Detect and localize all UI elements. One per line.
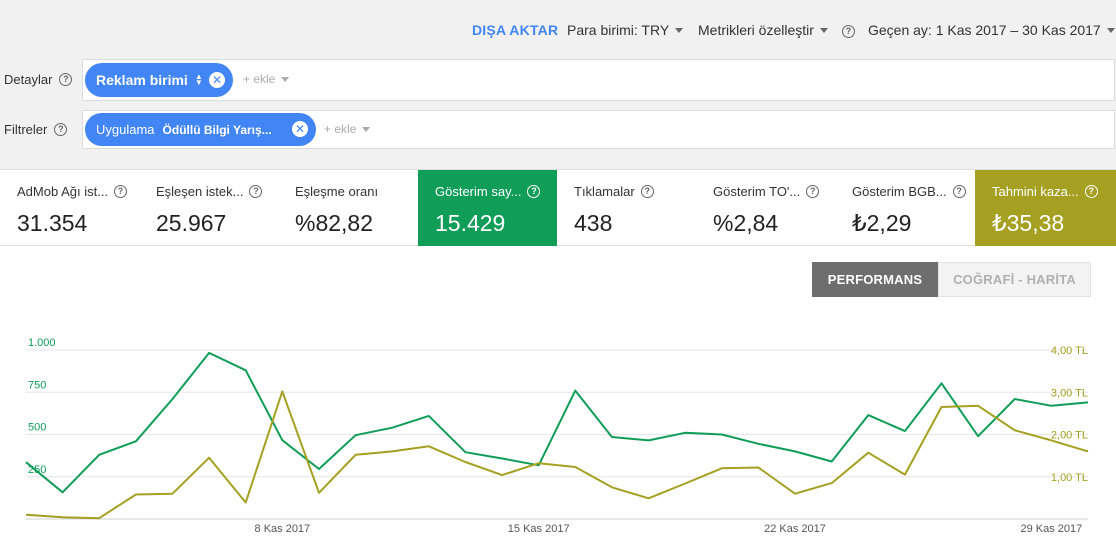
metrics-strip: AdMob Ağı ist...? 31.354 Eşleşen istek..… bbox=[0, 169, 1116, 246]
metric-title: Gösterim BGB... bbox=[852, 184, 947, 199]
y-right-tick-label: 1,00 TL bbox=[1051, 472, 1088, 484]
metric-admob-requests[interactable]: AdMob Ağı ist...? 31.354 bbox=[0, 170, 139, 246]
metric-title: AdMob Ağı ist... bbox=[17, 184, 109, 199]
help-icon[interactable]: ? bbox=[952, 185, 966, 198]
x-tick-label: 22 Kas 2017 bbox=[764, 523, 826, 535]
help-icon[interactable]: ? bbox=[59, 73, 73, 86]
metric-title: Tıklamalar bbox=[574, 184, 635, 199]
metric-title: Gösterim say... bbox=[435, 184, 522, 199]
metric-title: Gösterim TO'... bbox=[713, 184, 801, 199]
performance-chart: 2505007501.0001,00 TL2,00 TL3,00 TL4,00 … bbox=[25, 337, 1089, 535]
currency-select[interactable]: Para birimi: TRY bbox=[567, 22, 684, 38]
earnings-series-line bbox=[25, 390, 1089, 520]
metric-estimated-earnings[interactable]: Tahmini kaza...? ₺35,38 bbox=[975, 170, 1116, 246]
app-filter-chip[interactable]: Uygulama Ödüllü Bilgi Yarış... ✕ bbox=[85, 113, 316, 146]
export-button[interactable]: DIŞA AKTAR bbox=[472, 22, 558, 38]
metric-matched-requests[interactable]: Eşleşen istek...? 25.967 bbox=[139, 170, 278, 246]
y-left-tick-label: 500 bbox=[28, 422, 46, 434]
metric-title: Tahmini kaza... bbox=[992, 184, 1079, 199]
metric-match-rate[interactable]: Eşleşme oranı %82,82 bbox=[278, 170, 418, 246]
customize-metrics-select[interactable]: Metrikleri özelleştir bbox=[698, 22, 828, 38]
details-add-button[interactable]: + ekle bbox=[243, 72, 290, 86]
customize-metrics-label: Metrikleri özelleştir bbox=[698, 22, 814, 38]
sort-icon[interactable]: ▲ ▼ bbox=[195, 73, 203, 87]
metric-title: Eşleşme oranı bbox=[295, 184, 379, 199]
help-icon[interactable]: ? bbox=[527, 185, 541, 198]
metric-impression-ctr[interactable]: Gösterim TO'...? %2,84 bbox=[696, 170, 835, 246]
ad-unit-chip-label: Reklam birimi bbox=[96, 72, 188, 88]
chevron-down-icon bbox=[281, 77, 290, 82]
chart-panel: PERFORMANS COĞRAFİ - HARİTA 250 500 750 1.0… bbox=[0, 246, 1116, 557]
y-right-tick-label: 2,00 TL bbox=[1051, 430, 1088, 442]
details-label: Detaylar bbox=[4, 72, 53, 87]
filter-chip-prefix: Uygulama bbox=[96, 122, 155, 137]
ad-unit-chip[interactable]: Reklam birimi ▲ ▼ ✕ bbox=[85, 63, 233, 97]
metric-value: ₺2,29 bbox=[852, 210, 912, 236]
help-icon[interactable]: ? bbox=[1084, 185, 1098, 198]
help-icon[interactable]: ? bbox=[806, 185, 820, 198]
details-row-label: Detaylar ? bbox=[4, 72, 73, 87]
chevron-down-icon bbox=[362, 127, 371, 132]
chevron-down-icon bbox=[1106, 28, 1115, 33]
date-range-select[interactable]: Geçen ay: 1 Kas 2017 – 30 Kas 2017 bbox=[868, 22, 1115, 38]
y-right-tick-label: 4,00 TL bbox=[1051, 345, 1088, 357]
filters-row-label: Filtreler ? bbox=[4, 122, 68, 137]
date-range-label: Geçen ay: 1 Kas 2017 – 30 Kas 2017 bbox=[868, 22, 1101, 38]
metric-value: 25.967 bbox=[156, 210, 227, 236]
impressions-series-line bbox=[25, 351, 1089, 494]
metric-impression-rpm[interactable]: Gösterim BGB...? ₺2,29 bbox=[835, 170, 975, 246]
y-left-tick-label: 1.000 bbox=[28, 337, 56, 349]
filters-add-button[interactable]: + ekle bbox=[324, 122, 371, 136]
metric-value: 438 bbox=[574, 210, 613, 236]
x-tick-label: 29 Kas 2017 bbox=[1020, 523, 1082, 535]
y-left-tick-label: 750 bbox=[28, 379, 46, 391]
filters-row: Uygulama Ödüllü Bilgi Yarış... ✕ + ekle bbox=[82, 110, 1115, 149]
details-row: Reklam birimi ▲ ▼ ✕ + ekle bbox=[82, 59, 1115, 101]
help-icon[interactable]: ? bbox=[114, 185, 128, 198]
metric-value: ₺35,38 bbox=[992, 210, 1065, 236]
chevron-down-icon bbox=[675, 28, 684, 33]
chevron-down-icon bbox=[819, 28, 828, 33]
metric-impressions[interactable]: Gösterim say...? 15.429 bbox=[418, 170, 557, 246]
close-icon[interactable]: ✕ bbox=[209, 72, 225, 88]
metric-value: %82,82 bbox=[295, 210, 374, 236]
metric-clicks[interactable]: Tıklamalar? 438 bbox=[557, 170, 696, 246]
metric-value: 15.429 bbox=[435, 210, 506, 236]
currency-label: Para birimi: TRY bbox=[567, 22, 670, 38]
close-icon[interactable]: ✕ bbox=[292, 121, 308, 137]
top-toolbar: DIŞA AKTAR Para birimi: TRY Metrikleri ö… bbox=[0, 0, 1116, 60]
filters-add-label: + ekle bbox=[324, 122, 357, 136]
metric-value: %2,84 bbox=[713, 210, 779, 236]
y-right-tick-label: 3,00 TL bbox=[1051, 387, 1088, 399]
metric-title: Eşleşen istek... bbox=[156, 184, 244, 199]
filter-chip-value: Ödüllü Bilgi Yarış... bbox=[162, 122, 272, 137]
filters-label: Filtreler bbox=[4, 122, 48, 137]
help-icon[interactable]: ? bbox=[842, 25, 855, 38]
help-icon[interactable]: ? bbox=[249, 185, 263, 198]
help-icon[interactable]: ? bbox=[640, 185, 654, 198]
details-add-label: + ekle bbox=[243, 72, 276, 86]
help-icon[interactable]: ? bbox=[54, 123, 68, 136]
x-tick-label: 15 Kas 2017 bbox=[508, 523, 570, 535]
metric-value: 31.354 bbox=[17, 210, 88, 236]
x-tick-label: 8 Kas 2017 bbox=[255, 523, 311, 535]
